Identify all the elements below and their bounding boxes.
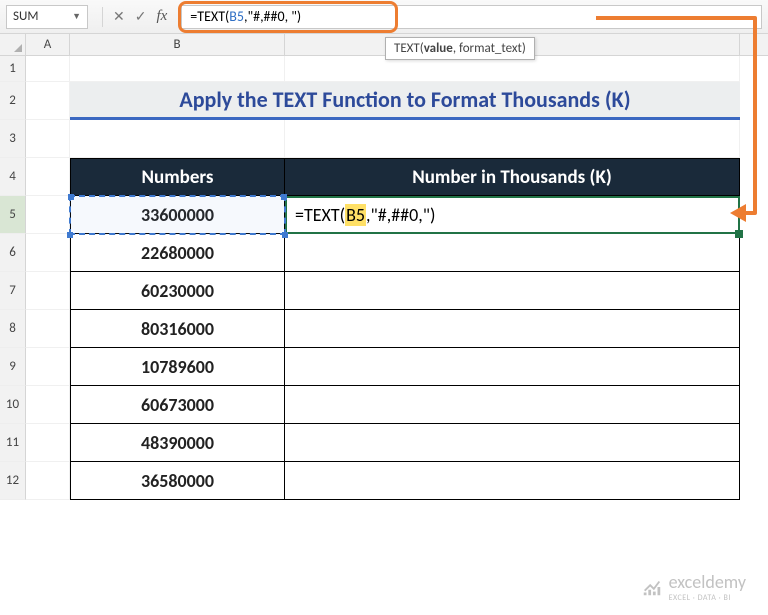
- range-handle: [282, 232, 288, 238]
- cell-C11[interactable]: [285, 424, 740, 462]
- cancel-icon[interactable]: ✕: [113, 8, 125, 25]
- row-header[interactable]: 4: [0, 158, 26, 196]
- cell[interactable]: [26, 234, 70, 272]
- watermark-name: exceldemy: [669, 571, 746, 593]
- row-header[interactable]: 5: [0, 196, 26, 234]
- row-header[interactable]: 11: [0, 424, 26, 462]
- cell[interactable]: [26, 120, 70, 158]
- cell[interactable]: [285, 120, 740, 158]
- select-all-corner[interactable]: [0, 34, 26, 55]
- data-table: Numbers Number in Thousands (K) 33600000…: [70, 158, 740, 500]
- cell[interactable]: [26, 272, 70, 310]
- row-header[interactable]: 12: [0, 462, 26, 500]
- row-header[interactable]: 2: [0, 82, 26, 120]
- cell-C9[interactable]: [285, 348, 740, 386]
- cell-B11[interactable]: 48390000: [70, 424, 285, 462]
- watermark-logo-icon: [641, 576, 663, 598]
- insert-function-icon[interactable]: fx: [156, 8, 167, 25]
- cell-B7[interactable]: 60230000: [70, 272, 285, 310]
- row-header[interactable]: 1: [0, 56, 26, 82]
- fill-handle[interactable]: [735, 230, 743, 238]
- watermark-sub: EXCEL · DATA · BI: [669, 593, 746, 603]
- formula-bar-input[interactable]: =TEXT(B5,"#,##0, "): [181, 5, 762, 29]
- cell-B12[interactable]: 36580000: [70, 462, 285, 500]
- cell-C12[interactable]: [285, 462, 740, 500]
- row-header[interactable]: 9: [0, 348, 26, 386]
- cell-B10[interactable]: 60673000: [70, 386, 285, 424]
- cell-B8[interactable]: 80316000: [70, 310, 285, 348]
- cell-C6[interactable]: [285, 234, 740, 272]
- range-handle: [67, 232, 73, 238]
- cell-B6[interactable]: 22680000: [70, 234, 285, 272]
- cell-B9[interactable]: 10789600: [70, 348, 285, 386]
- cell[interactable]: [26, 424, 70, 462]
- cell-C10[interactable]: [285, 386, 740, 424]
- cell-B5[interactable]: 33600000: [70, 196, 285, 234]
- formula-bar-row: SUM ▼ ✕ ✓ fx =TEXT(B5,"#,##0, "): [0, 0, 768, 34]
- cell-C8[interactable]: [285, 310, 740, 348]
- col-header-A[interactable]: A: [26, 34, 70, 55]
- name-box-dropdown-icon[interactable]: ▼: [72, 11, 81, 22]
- row-header[interactable]: 3: [0, 120, 26, 158]
- col-header-B[interactable]: B: [70, 34, 285, 55]
- formula-text: =TEXT(B5,"#,##0, "): [190, 8, 301, 25]
- cell-C7[interactable]: [285, 272, 740, 310]
- separator: [102, 7, 103, 27]
- table-header-thousands[interactable]: Number in Thousands (K): [285, 158, 740, 196]
- cell[interactable]: [26, 196, 70, 234]
- function-tooltip: TEXT(value, format_text): [385, 37, 535, 60]
- table-header-numbers[interactable]: Numbers: [70, 158, 285, 196]
- grid: 1 2 3 4 5 6 7 8 9 10 11 12 Apply the TEX…: [0, 56, 768, 500]
- formula-bar-buttons: ✕ ✓ fx: [102, 7, 167, 27]
- cell[interactable]: [26, 82, 70, 120]
- row-header[interactable]: 10: [0, 386, 26, 424]
- cell[interactable]: [26, 158, 70, 196]
- cell[interactable]: [70, 120, 285, 158]
- cell[interactable]: [70, 56, 285, 82]
- row-header[interactable]: 7: [0, 272, 26, 310]
- cell[interactable]: [26, 56, 70, 82]
- watermark: exceldemy EXCEL · DATA · BI: [641, 571, 746, 603]
- cell[interactable]: [26, 348, 70, 386]
- cell[interactable]: [26, 386, 70, 424]
- enter-icon[interactable]: ✓: [135, 8, 147, 25]
- cell[interactable]: [26, 310, 70, 348]
- row-header[interactable]: 6: [0, 234, 26, 272]
- cell[interactable]: [26, 462, 70, 500]
- column-headers: A B C: [0, 34, 768, 56]
- name-box-value: SUM: [13, 9, 38, 24]
- cell-C5[interactable]: [285, 196, 740, 234]
- worksheet-title[interactable]: Apply the TEXT Function to Format Thousa…: [70, 82, 740, 120]
- row-header[interactable]: 8: [0, 310, 26, 348]
- name-box[interactable]: SUM ▼: [6, 5, 88, 29]
